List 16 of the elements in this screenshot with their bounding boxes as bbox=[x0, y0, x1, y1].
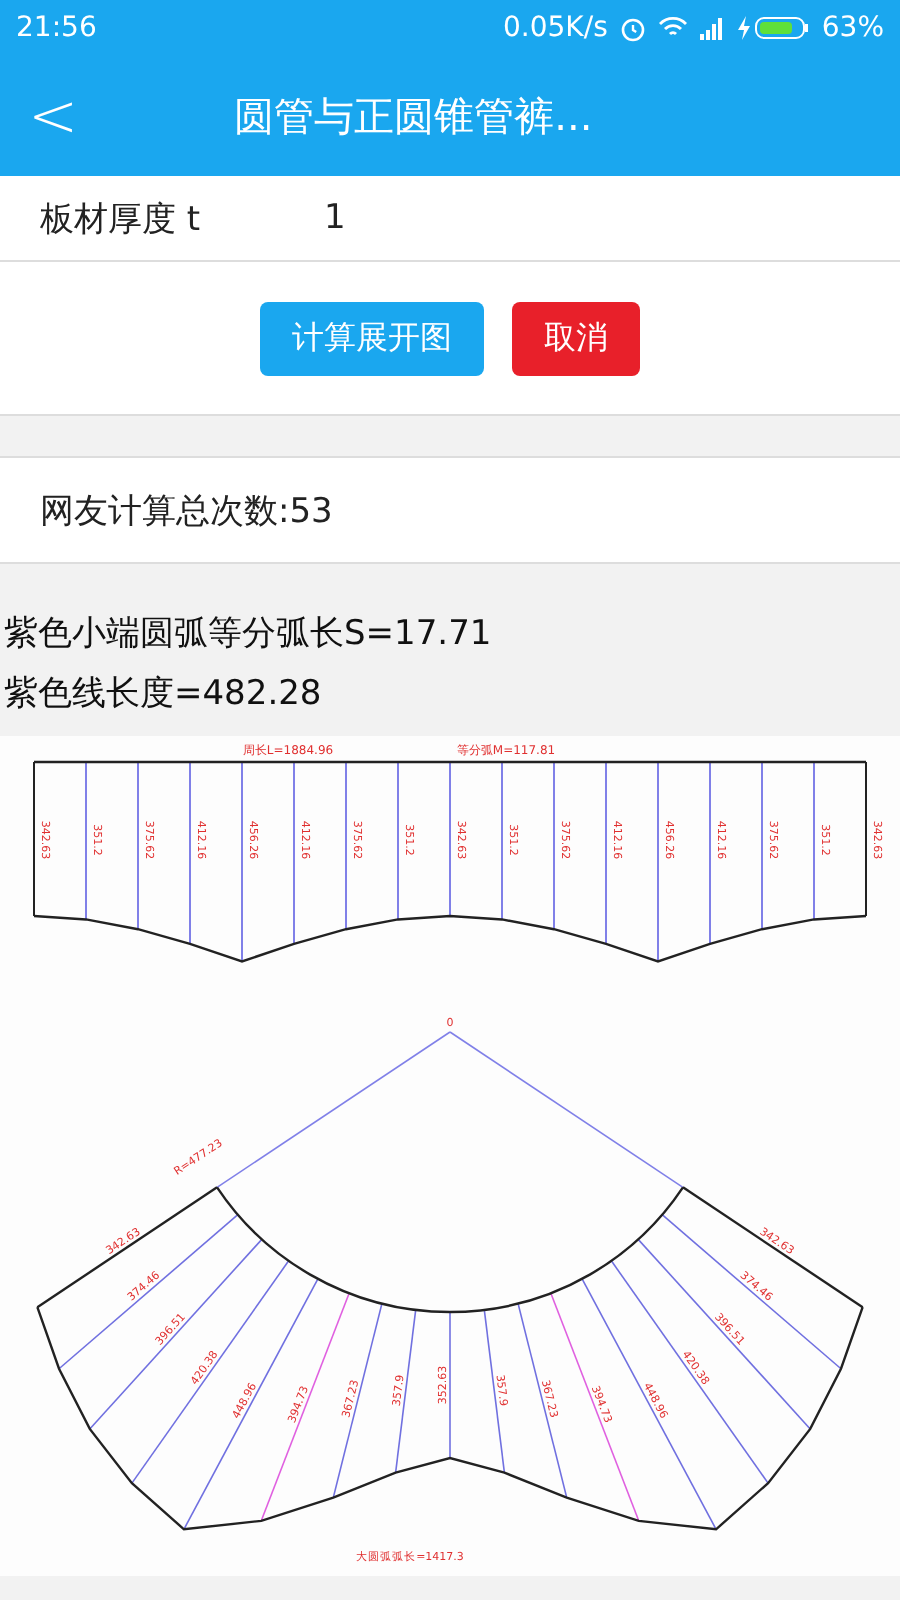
calculate-button[interactable]: 计算展开图 bbox=[260, 301, 484, 375]
thickness-field[interactable]: 1 bbox=[324, 198, 404, 238]
page-title: 圆管与正圆锥管裤... bbox=[234, 89, 593, 143]
alarm-icon bbox=[619, 15, 646, 41]
wifi-icon bbox=[657, 16, 688, 40]
result-text: 紫色线长度=482.28 bbox=[4, 672, 324, 718]
network-speed: 0.05K/s bbox=[503, 12, 608, 44]
status-time: 21:56 bbox=[16, 12, 97, 44]
battery-percent: 63% bbox=[821, 12, 884, 44]
result-text: 紫色小端圆弧等分弧长S=17.71 bbox=[4, 612, 494, 658]
back-button[interactable]: < bbox=[0, 81, 107, 151]
calculation-count: 网友计算总次数:53 bbox=[40, 489, 333, 533]
signal-icon bbox=[699, 17, 726, 39]
cancel-button[interactable]: 取消 bbox=[512, 301, 640, 375]
field-label: 板材厚度 t bbox=[40, 197, 203, 241]
battery-icon bbox=[737, 16, 810, 40]
